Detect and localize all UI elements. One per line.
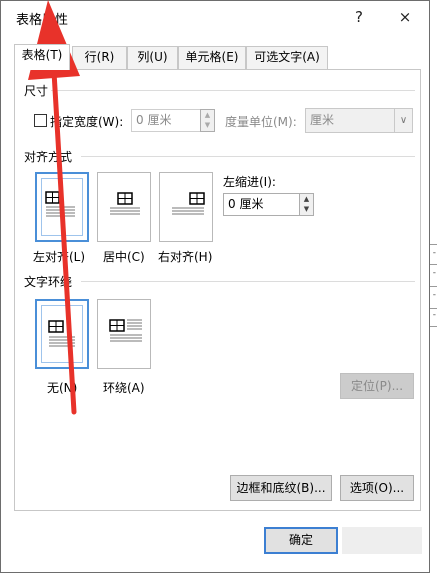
align-center-label: 居中(C) (103, 250, 145, 264)
align-left-option[interactable] (35, 172, 89, 242)
wrap-section-title: 文字环绕 (24, 275, 73, 289)
wrap-around-label: 环绕(A) (103, 381, 145, 395)
specify-width-label: 指定宽度(W): (50, 115, 124, 129)
help-button[interactable]: ? (345, 5, 373, 29)
borders-and-shading-button[interactable]: 边框和底纹(B)... (230, 475, 332, 501)
tab-alt-text[interactable]: 可选文字(A) (246, 46, 328, 69)
positioning-button[interactable]: 定位(P)... (340, 373, 414, 399)
left-indent-label: 左缩进(I): (223, 175, 276, 189)
align-right-option[interactable] (159, 172, 213, 242)
size-section-title: 尺寸 (24, 84, 49, 98)
spin-down-icon: ▼ (303, 205, 310, 213)
tab-row[interactable]: 行(R) (72, 46, 127, 69)
alignment-section-title: 对齐方式 (24, 150, 73, 164)
spin-down-icon: ▼ (204, 121, 211, 129)
spin-up-icon: ▲ (303, 195, 310, 203)
divider (51, 90, 415, 91)
width-input[interactable]: 0 厘米 (131, 109, 201, 132)
wrap-around-icon (109, 319, 142, 342)
dialog-title: 表格属性 (16, 13, 69, 28)
align-center-icon (110, 192, 140, 215)
align-right-label: 右对齐(H) (158, 250, 213, 264)
wrap-around-option[interactable] (97, 299, 151, 369)
align-left-icon (45, 191, 75, 217)
background-mark: - (432, 310, 436, 320)
wrap-none-label: 无(N) (47, 381, 78, 395)
close-button[interactable]: × (391, 5, 419, 29)
background-mark: - (432, 290, 436, 300)
measure-unit-value: 厘米 (310, 113, 335, 127)
table-options-button[interactable]: 选项(O)... (340, 475, 414, 501)
cancel-button-obscured[interactable] (342, 527, 422, 554)
ok-button[interactable]: 确定 (264, 527, 338, 554)
tab-table[interactable]: 表格(T) (14, 44, 70, 70)
divider (81, 281, 415, 282)
table-tab-panel: 尺寸 指定宽度(W): 0 厘米 ▲ ▼ 度量单位(M): 厘米 ∨ 对齐方式 (14, 69, 421, 511)
wrap-none-option[interactable] (35, 299, 89, 369)
measure-unit-select[interactable]: 厘米 ∨ (305, 108, 413, 133)
left-indent-spinner[interactable]: ▲ ▼ (299, 193, 314, 216)
spin-up-icon: ▲ (204, 111, 211, 119)
tab-column[interactable]: 列(U) (127, 46, 178, 69)
align-right-icon (172, 192, 205, 215)
align-left-label: 左对齐(L) (33, 250, 86, 264)
width-spinner[interactable]: ▲ ▼ (200, 109, 215, 132)
title-bar: 表格属性 ? × (1, 1, 429, 33)
table-properties-dialog: 表格属性 ? × 表格(T) 行(R) 列(U) 单元格(E) 可选文字(A) … (0, 0, 430, 573)
background-mark: - (432, 268, 436, 278)
chevron-down-icon: ∨ (394, 109, 412, 132)
left-indent-input[interactable]: 0 厘米 (223, 193, 300, 216)
tab-cell[interactable]: 单元格(E) (178, 46, 246, 69)
divider (81, 156, 415, 157)
wrap-none-icon (48, 320, 75, 347)
align-center-option[interactable] (97, 172, 151, 242)
specify-width-checkbox[interactable] (34, 114, 47, 127)
background-mark: - (432, 248, 436, 258)
measure-unit-label: 度量单位(M): (225, 115, 297, 129)
